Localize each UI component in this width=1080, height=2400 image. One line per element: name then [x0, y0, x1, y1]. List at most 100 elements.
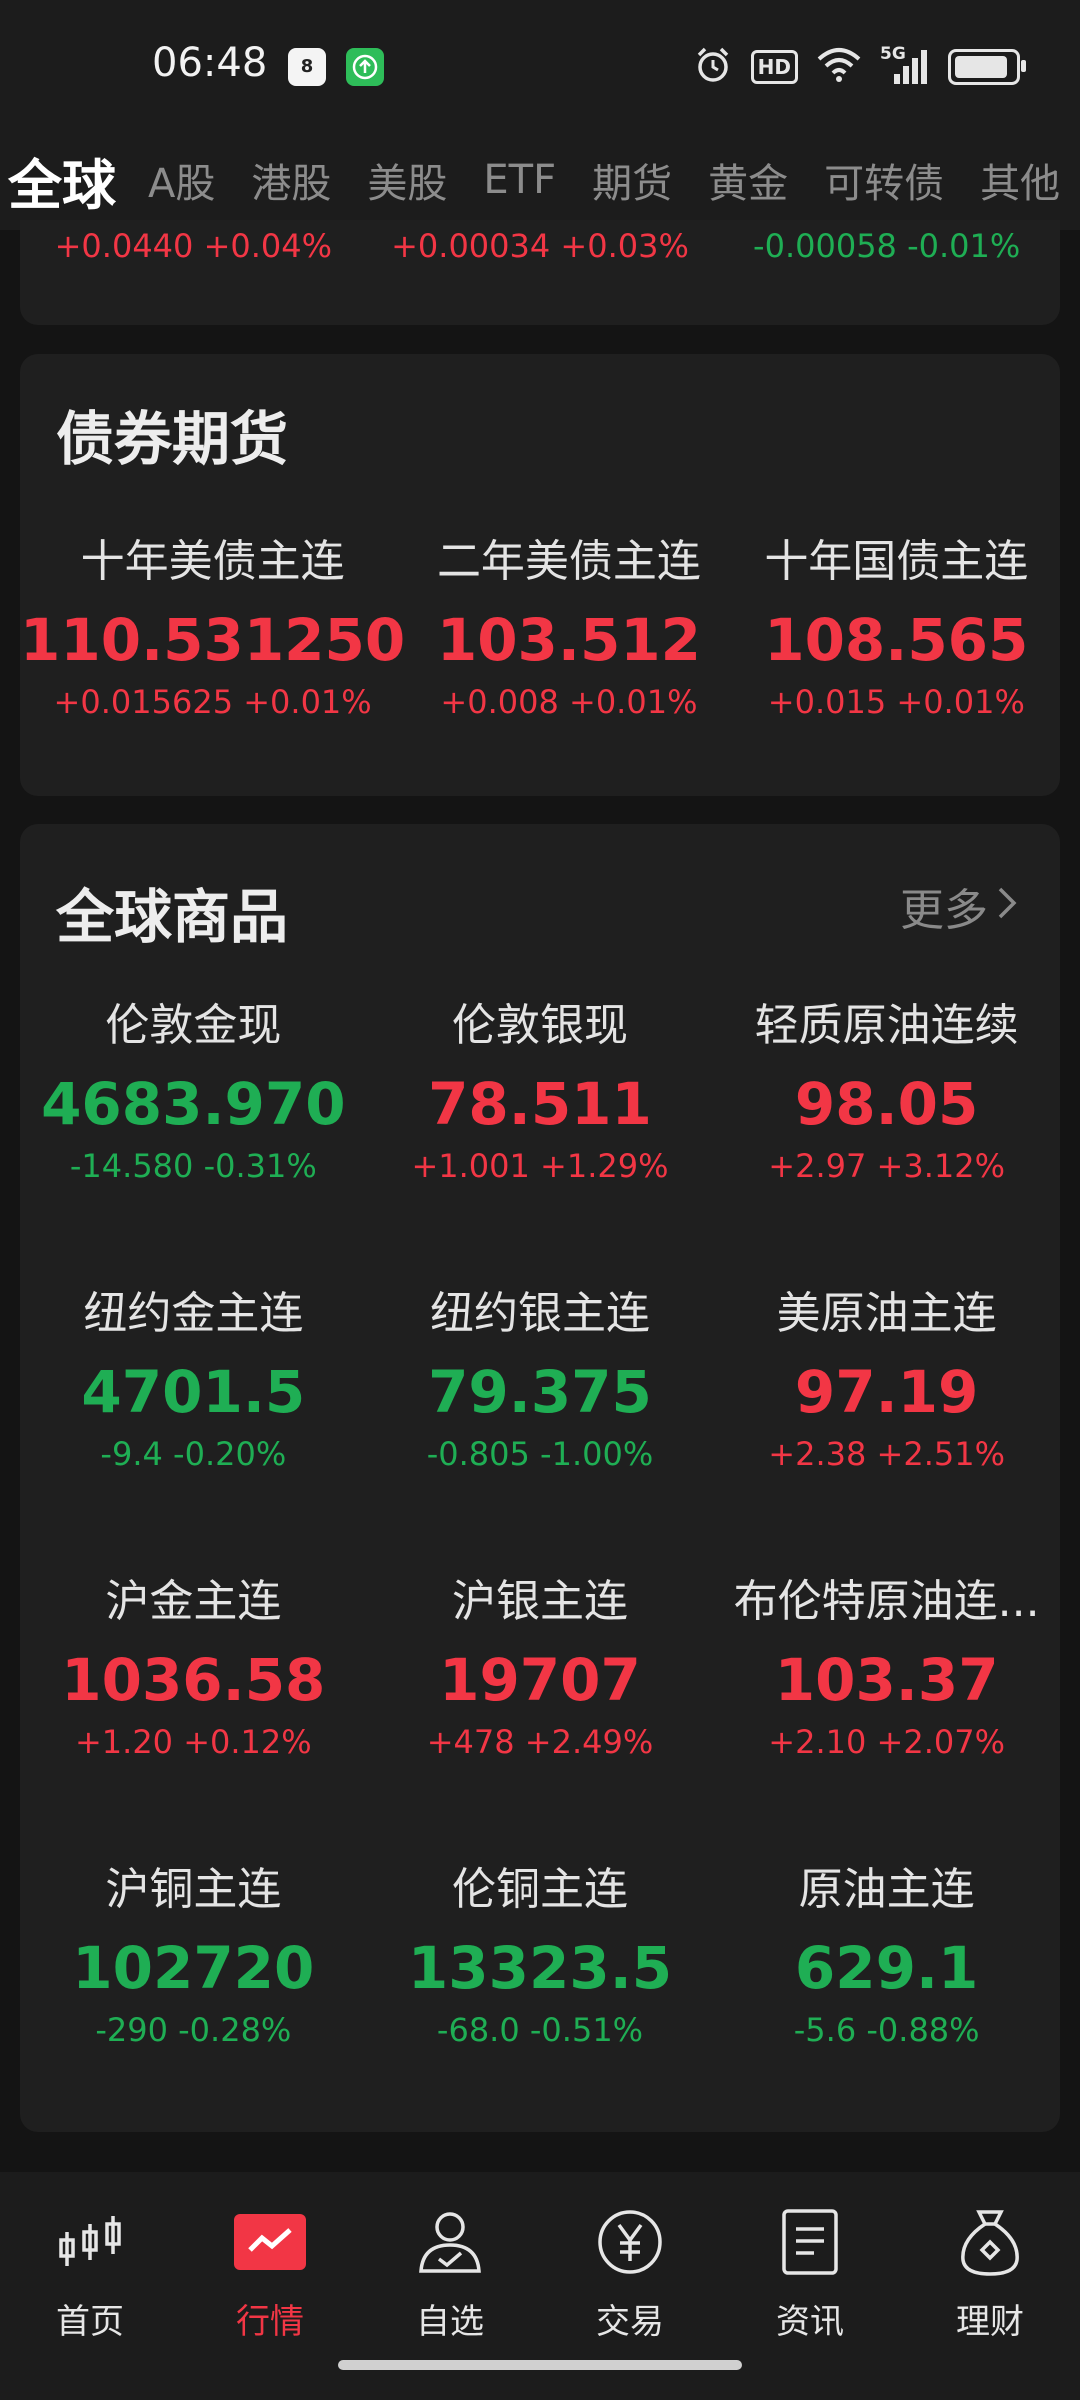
quote-price: 78.511 — [428, 1070, 652, 1138]
nav-item-0[interactable]: 首页 — [10, 2202, 170, 2343]
quote-price: 108.565 — [764, 606, 1029, 674]
quote-cell[interactable]: 轻质原油连续 98.05 +2.97 +3.12% — [713, 996, 1060, 1284]
quote-change: +0.008 +0.01% — [440, 683, 698, 721]
chevron-right-icon — [996, 881, 1018, 932]
quote-change: +0.00034 +0.03% — [391, 227, 689, 265]
market-tabs: 全球 A股 港股 美股 ETF 期货 黄金 可转债 其他 — [0, 130, 1080, 230]
nav-item-5[interactable]: 理财 — [910, 2202, 1070, 2343]
quote-cell[interactable]: 伦铜主连 13323.5 -68.0 -0.51% — [367, 1860, 714, 2148]
signal-icon: 5G — [880, 44, 930, 86]
quote-cell[interactable]: 伦敦金现 4683.970 -14.580 -0.31% — [20, 996, 367, 1284]
quote-name: 布伦特原油连... — [733, 1576, 1040, 1627]
quote-name: 十年国债主连 — [764, 536, 1029, 587]
nav-label: 理财 — [956, 2302, 1024, 2342]
tab-3[interactable]: 美股 — [367, 151, 447, 209]
bond-futures-grid: 十年美债主连 110.531250 +0.015625 +0.01% 二年美债主连 10… — [20, 532, 1060, 820]
tab-4[interactable]: ETF — [483, 157, 556, 203]
quote-change: +2.10 +2.07% — [768, 1723, 1005, 1761]
status-icons: HD 5G — [693, 44, 1026, 89]
quote-cell[interactable]: 美原油主连 97.19 +2.38 +2.51% — [713, 1284, 1060, 1572]
user-check-icon — [370, 2202, 530, 2282]
quote-name: 伦铜主连 — [451, 1864, 628, 1915]
quote-change: -9.4 -0.20% — [100, 1435, 287, 1473]
quote-change: -5.6 -0.88% — [793, 2011, 980, 2049]
quote-cell[interactable]: 布伦特原油连... 103.37 +2.10 +2.07% — [713, 1572, 1060, 1860]
quote-cell[interactable]: +0.0440 +0.04% — [20, 220, 367, 310]
quote-price: 79.375 — [428, 1358, 652, 1426]
quote-change: +2.38 +2.51% — [768, 1435, 1005, 1473]
quote-change: -68.0 -0.51% — [436, 2011, 644, 2049]
status-time: 06:48 — [152, 40, 268, 86]
quote-change: +1.001 +1.29% — [411, 1147, 669, 1185]
nav-item-3[interactable]: 交易 — [550, 2202, 710, 2343]
quote-change: -0.00058 -0.01% — [753, 227, 1021, 265]
tab-8[interactable]: 其他 — [980, 151, 1060, 209]
yuan-circle-icon — [550, 2202, 710, 2282]
bond-futures-card: 债券期货 十年美债主连 110.531250 +0.015625 +0.01% 二年美… — [20, 354, 1060, 796]
wifi-icon — [816, 47, 862, 87]
quote-price: 13323.5 — [407, 1934, 673, 2002]
global-commodities-card: 全球商品 更多 伦敦金现 4683.970 -14.580 -0.31% 伦敦银现 78… — [20, 824, 1060, 2132]
quote-name: 伦敦金现 — [105, 1000, 282, 1051]
tab-5[interactable]: 期货 — [592, 151, 672, 209]
tab-7[interactable]: 可转债 — [824, 151, 944, 209]
quote-cell[interactable]: 二年美债主连 103.512 +0.008 +0.01% — [405, 532, 732, 820]
global-commodities-title: 全球商品 — [56, 883, 289, 951]
quote-change: +2.97 +3.12% — [768, 1147, 1005, 1185]
quote-name: 伦敦银现 — [451, 1000, 628, 1051]
quote-price: 629.1 — [794, 1934, 979, 2002]
tab-6[interactable]: 黄金 — [708, 151, 788, 209]
nav-item-4[interactable]: 资讯 — [730, 2202, 890, 2343]
quote-name: 沪铜主连 — [105, 1864, 282, 1915]
tab-1[interactable]: A股 — [148, 151, 215, 209]
tab-2[interactable]: 港股 — [251, 151, 331, 209]
market-chart-icon — [190, 2202, 350, 2282]
battery-level — [955, 56, 1008, 78]
quote-change: +0.015625 +0.01% — [53, 683, 372, 721]
quote-name: 轻质原油连续 — [754, 1000, 1019, 1051]
quote-price: 102720 — [72, 1934, 315, 2002]
candlestick-icon — [10, 2202, 170, 2282]
quote-cell[interactable]: +0.00034 +0.03% — [367, 220, 714, 310]
quote-price: 1036.58 — [61, 1646, 326, 1714]
more-button[interactable]: 更多 — [900, 874, 1018, 938]
quote-name: 美原油主连 — [776, 1288, 997, 1339]
nav-label: 资讯 — [776, 2302, 844, 2342]
nav-item-1[interactable]: 行情 — [190, 2202, 350, 2343]
quote-name: 二年美债主连 — [436, 536, 701, 587]
quote-name: 十年美债主连 — [80, 536, 345, 587]
quote-cell[interactable]: -0.00058 -0.01% — [713, 220, 1060, 310]
quote-name: 纽约金主连 — [83, 1288, 304, 1339]
quote-price: 110.531250 — [20, 606, 406, 674]
money-bag-icon — [910, 2202, 1070, 2282]
tab-0[interactable]: 全球 — [8, 141, 116, 220]
home-indicator[interactable] — [338, 2360, 742, 2370]
quote-cell[interactable]: 沪铜主连 102720 -290 -0.28% — [20, 1860, 367, 2148]
calendar-day: 8 — [300, 56, 314, 77]
quote-cell[interactable]: 沪金主连 1036.58 +1.20 +0.12% — [20, 1572, 367, 1860]
hd-badge: HD — [750, 50, 798, 84]
quote-cell[interactable]: 原油主连 629.1 -5.6 -0.88% — [713, 1860, 1060, 2148]
quote-cell[interactable]: 沪银主连 19707 +478 +2.49% — [367, 1572, 714, 1860]
quote-cell[interactable]: 十年国债主连 108.565 +0.015 +0.01% — [733, 532, 1060, 820]
quote-change: +478 +2.49% — [426, 1723, 654, 1761]
global-commodities-grid: 伦敦金现 4683.970 -14.580 -0.31% 伦敦银现 78.511 +1.0… — [20, 996, 1060, 2148]
bond-futures-title: 债券期货 — [56, 405, 289, 473]
calendar-app-icon: 8 — [288, 48, 326, 86]
alarm-icon — [693, 45, 733, 89]
status-bar: 06:48 8 HD 5G — [0, 0, 1080, 135]
quote-change: -290 -0.28% — [95, 2011, 292, 2049]
quote-cell[interactable]: 纽约银主连 79.375 -0.805 -1.00% — [367, 1284, 714, 1572]
nav-item-2[interactable]: 自选 — [370, 2202, 530, 2343]
quote-cell[interactable]: 伦敦银现 78.511 +1.001 +1.29% — [367, 996, 714, 1284]
quote-change: +0.0440 +0.04% — [54, 227, 333, 265]
quote-price: 19707 — [439, 1646, 641, 1714]
nav-label: 自选 — [416, 2302, 484, 2342]
quote-cell[interactable]: 十年美债主连 110.531250 +0.015625 +0.01% — [20, 532, 405, 820]
quote-name: 纽约银主连 — [429, 1288, 650, 1339]
quote-change: -14.580 -0.31% — [69, 1147, 317, 1185]
quote-change: +1.20 +0.12% — [74, 1723, 312, 1761]
quote-cell[interactable]: 纽约金主连 4701.5 -9.4 -0.20% — [20, 1284, 367, 1572]
quote-price: 4701.5 — [81, 1358, 306, 1426]
quote-name: 沪银主连 — [451, 1576, 628, 1627]
